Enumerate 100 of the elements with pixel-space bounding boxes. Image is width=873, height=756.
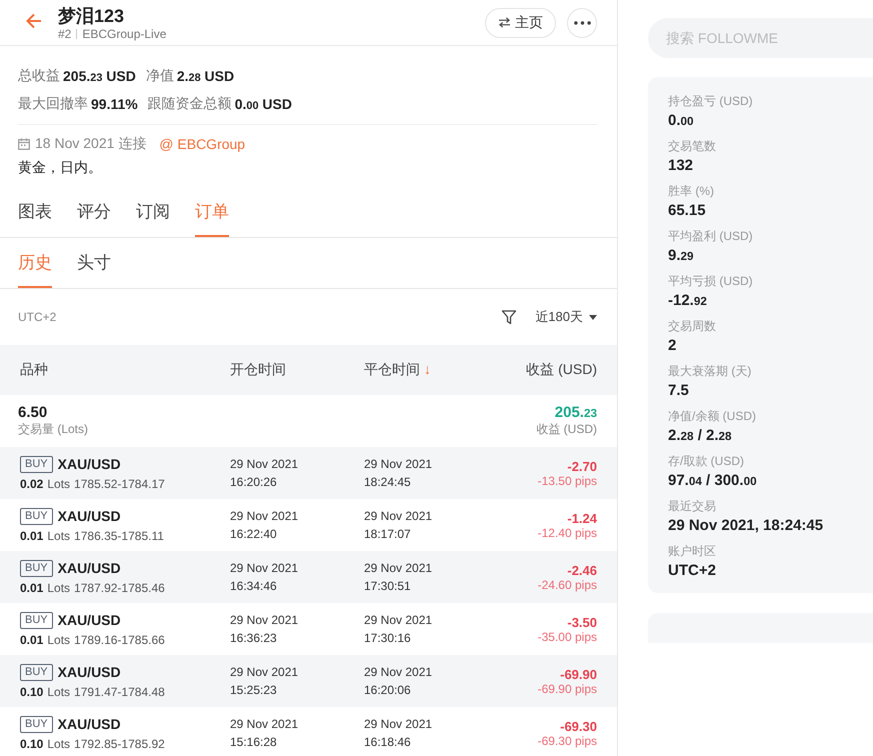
tab[interactable]: 评分	[77, 200, 111, 237]
search-field[interactable]: 搜索 FOLLOWME	[648, 18, 873, 58]
symbol: XAU/USD	[58, 664, 121, 680]
profit-value: -3.50	[567, 614, 597, 630]
column-header: 收益 (USD)	[525, 361, 597, 379]
open-date: 29 Nov 2021	[230, 456, 300, 473]
column-header: 品种	[20, 361, 49, 379]
lots-unit: Lots	[47, 476, 70, 490]
home-button[interactable]: 主页	[485, 8, 556, 38]
stat-value: 7.5	[668, 382, 690, 399]
stat-value: 29 Nov 2021, 18:24:45	[668, 517, 824, 534]
side-tag: BUY	[20, 664, 53, 680]
stat-label: 交易周数	[668, 318, 717, 335]
close-time: 17:30:16	[364, 630, 412, 647]
stat-label: 平均盈利 (USD)	[668, 228, 754, 245]
tab[interactable]: 订阅	[136, 200, 170, 237]
stat-label: 账户时区	[668, 543, 717, 560]
close-date: 29 Nov 2021	[364, 508, 434, 525]
lots-value: 0.01	[20, 580, 44, 594]
tab[interactable]: 图表	[18, 200, 52, 237]
symbol: XAU/USD	[58, 508, 121, 524]
more-button[interactable]	[567, 8, 597, 38]
tab[interactable]: 头寸	[77, 251, 111, 288]
close-time: 16:18:46	[364, 734, 412, 751]
close-date: 29 Nov 2021	[364, 664, 434, 681]
total-lots-label: 交易量 (Lots)	[18, 421, 88, 438]
summary-label: 总收益	[18, 67, 60, 85]
close-date: 29 Nov 2021	[364, 560, 434, 577]
lots-value: 0.01	[20, 528, 44, 542]
stat-label: 平均亏损 (USD)	[668, 273, 754, 290]
calendar-icon	[18, 138, 30, 150]
pips-value: -12.40 pips	[538, 526, 597, 540]
total-profit: 205.23	[554, 404, 597, 421]
open-time: 15:16:28	[230, 734, 278, 751]
open-date: 29 Nov 2021	[230, 508, 300, 525]
symbol: XAU/USD	[58, 716, 121, 732]
symbol: XAU/USD	[58, 560, 121, 576]
side-tag: BUY	[20, 716, 53, 732]
side-tag: BUY	[20, 456, 53, 472]
side-tag: BUY	[20, 612, 53, 628]
summary-value: 0.00 USD	[234, 96, 292, 112]
open-date: 29 Nov 2021	[230, 560, 300, 577]
profit-value: -2.70	[567, 458, 597, 474]
summary-label: 跟随资金总额	[148, 95, 232, 113]
stat-value: UTC+2	[668, 562, 717, 579]
open-time: 16:20:26	[230, 474, 278, 491]
period-dropdown[interactable]: 近180天	[535, 308, 597, 326]
summary-value: 99.11%	[91, 96, 138, 112]
price-range: 1787.92-1785.46	[74, 580, 165, 594]
stat-label: 胜率 (%)	[668, 183, 715, 200]
stat-label: 最近交易	[668, 498, 717, 515]
trader-name: 梦泪123	[58, 4, 126, 26]
open-time: 15:25:23	[230, 682, 278, 699]
lots-unit: Lots	[47, 580, 70, 594]
open-date: 29 Nov 2021	[230, 716, 300, 733]
stat-value: 97.04 / 300.00	[668, 472, 758, 489]
pips-value: -69.30 pips	[538, 734, 597, 748]
summary-value: 2.28 USD	[176, 68, 234, 84]
symbol: XAU/USD	[58, 612, 121, 628]
pips-value: -69.90 pips	[538, 682, 597, 696]
stat-value: 9.29	[668, 247, 695, 264]
side-tag: BUY	[20, 508, 53, 524]
timezone-label: UTC+2	[18, 310, 58, 324]
profit-value: -2.46	[567, 562, 597, 578]
total-lots: 6.50	[18, 404, 48, 421]
filter-icon[interactable]	[501, 309, 518, 325]
connected-date: 18 Nov 2021 连接	[35, 135, 146, 153]
symbol: XAU/USD	[58, 456, 121, 472]
side-tag: BUY	[20, 560, 53, 576]
total-profit-label: 收益 (USD)	[536, 421, 597, 438]
close-time: 18:24:45	[364, 474, 412, 491]
price-range: 1785.52-1784.17	[74, 476, 165, 490]
close-time: 16:20:06	[364, 682, 412, 699]
close-date: 29 Nov 2021	[364, 456, 434, 473]
column-header[interactable]: 平仓时间 ↓	[364, 361, 484, 379]
stat-label: 最大衰落期 (天)	[668, 363, 752, 380]
open-time: 16:22:40	[230, 526, 278, 543]
lots-unit: Lots	[47, 736, 70, 750]
description: 黄金，日内。	[18, 159, 103, 177]
price-range: 1792.85-1785.92	[74, 736, 165, 750]
close-date: 29 Nov 2021	[364, 612, 434, 629]
stat-value: -12.92	[668, 292, 708, 309]
price-range: 1786.35-1785.11	[74, 528, 164, 542]
pips-value: -24.60 pips	[538, 578, 597, 592]
more-icon	[574, 20, 590, 24]
stat-value: 65.15	[668, 202, 707, 219]
lots-unit: Lots	[47, 632, 70, 646]
profit-value: -69.90	[560, 666, 597, 682]
stat-value: 2.28 / 2.28	[668, 427, 733, 444]
broker-label: EBCGroup-Live	[82, 26, 166, 40]
pips-value: -13.50 pips	[538, 474, 597, 488]
summary-label: 最大回撤率	[18, 95, 88, 113]
lots-value: 0.10	[20, 684, 44, 698]
stat-value: 132	[668, 157, 694, 174]
stat-label: 存/取款 (USD)	[668, 453, 745, 470]
close-time: 18:17:07	[364, 526, 412, 543]
summary-value: 205.23 USD	[63, 68, 136, 84]
swap-arrows-icon	[498, 17, 511, 28]
stat-value: 0.00	[668, 112, 695, 129]
caret-icon	[589, 314, 597, 320]
